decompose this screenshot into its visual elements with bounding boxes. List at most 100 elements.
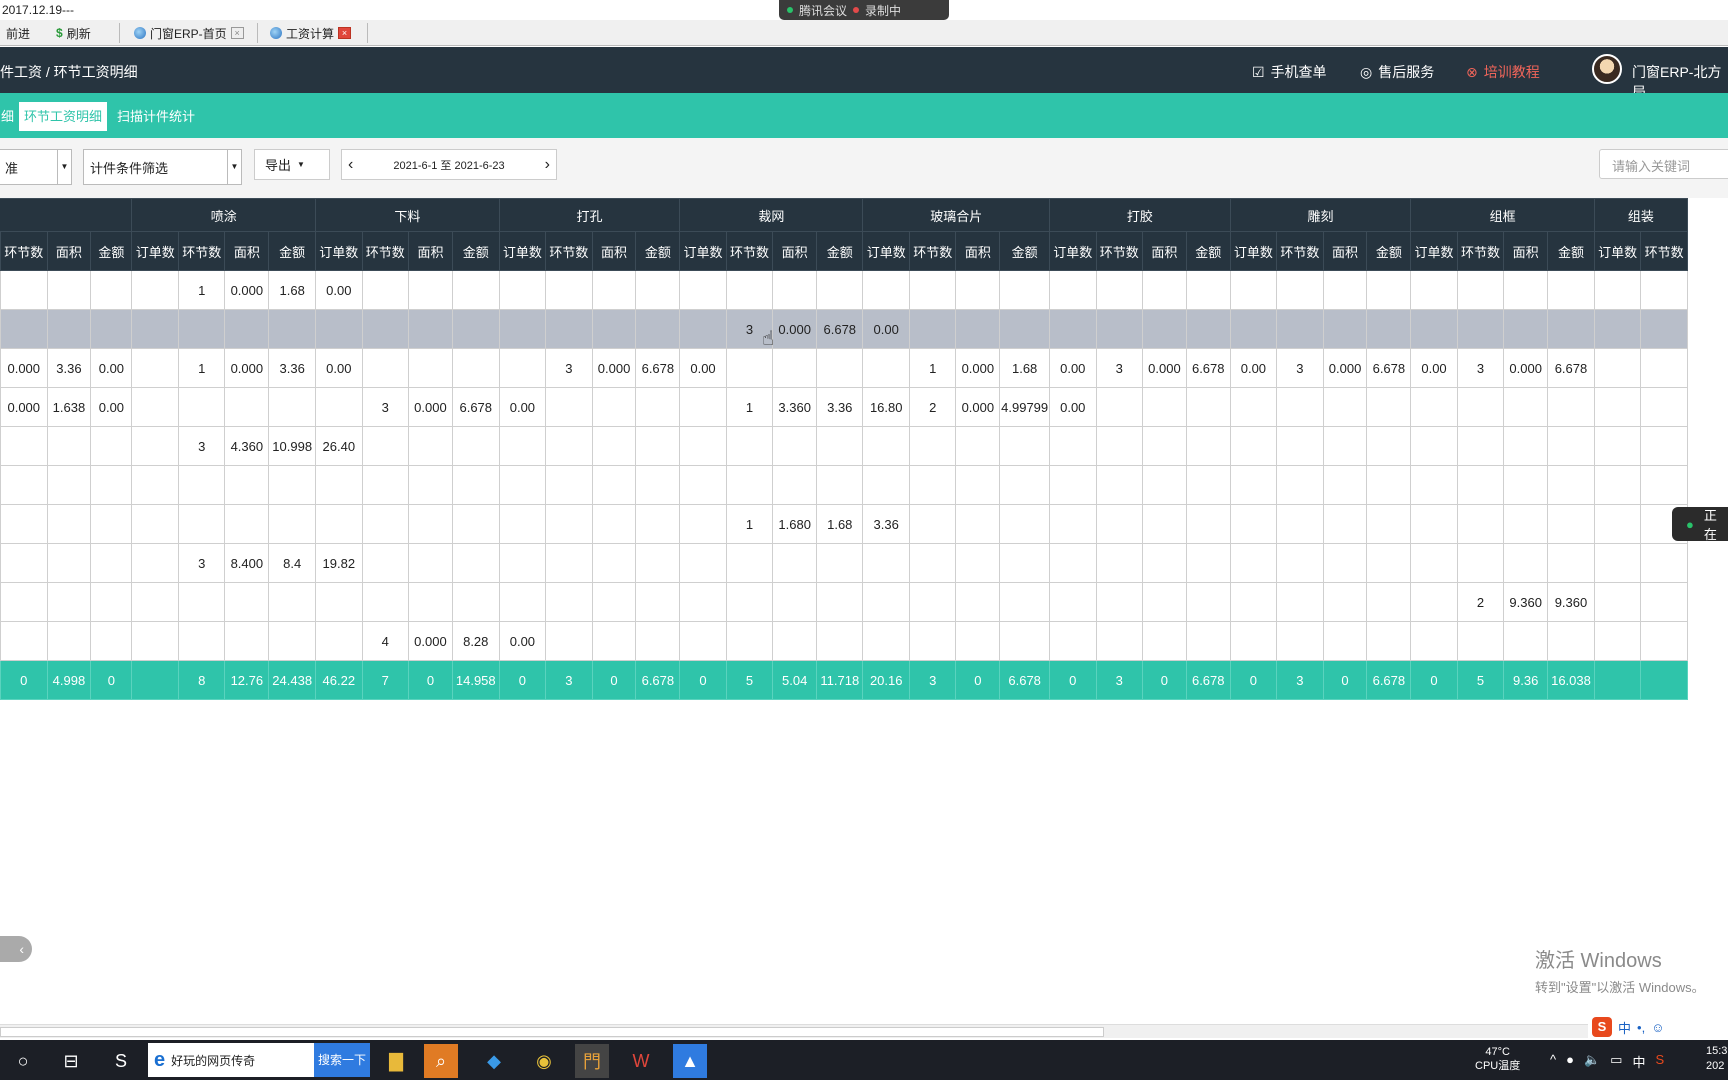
voice-input-widget[interactable]: ● 正在	[1672, 507, 1728, 542]
tab-scan-piece-stats[interactable]: 扫描计件统计	[112, 102, 200, 131]
tab-erp-home[interactable]: 门窗ERP-首页 ×	[128, 23, 258, 43]
column-header[interactable]: 环节数	[1456, 231, 1505, 271]
column-header[interactable]: 环节数	[1640, 231, 1688, 271]
column-header[interactable]: 环节数	[545, 231, 593, 271]
column-header[interactable]: 环节数	[1095, 231, 1144, 271]
table-cell	[268, 582, 317, 622]
column-header[interactable]: 面积	[46, 231, 92, 271]
column-header[interactable]: 金额	[816, 231, 864, 271]
column-header[interactable]: 面积	[1142, 231, 1187, 271]
avatar[interactable]	[1592, 54, 1622, 84]
meeting-indicator[interactable]: 腾讯会议 录制中	[779, 0, 949, 20]
lang-indicator[interactable]: 中	[1632, 1052, 1645, 1071]
table-cell	[177, 309, 226, 349]
table-row[interactable]: 3 0.000 6.678 0.00	[0, 309, 1688, 349]
column-header[interactable]: 环节数	[725, 231, 774, 271]
tray-app-icon[interactable]: ●	[1566, 1052, 1574, 1071]
table-row[interactable]: 1 0.000 1.68 0.00	[0, 270, 1688, 310]
table-row[interactable]: 3 4.360 10.998 26.40	[0, 426, 1688, 466]
sogou-tray-icon[interactable]: S	[1655, 1052, 1664, 1071]
training-link[interactable]: ⊗ 培训教程	[1466, 62, 1540, 82]
table-cell	[408, 465, 453, 505]
feather-icon[interactable]: ◆	[477, 1044, 511, 1078]
table-row[interactable]: 2 9.360 9.360	[0, 582, 1688, 622]
chrome-icon[interactable]: ◉	[527, 1044, 561, 1078]
next-icon[interactable]: ›	[545, 156, 550, 174]
table-row[interactable]: 3 8.400 8.4 19.82	[0, 543, 1688, 583]
refresh-button[interactable]: $ 刷新	[50, 23, 120, 43]
table-cell: 1	[177, 270, 226, 310]
prev-icon[interactable]: ‹	[348, 156, 353, 174]
task-view-icon[interactable]: ⊟	[54, 1044, 88, 1078]
horizontal-scrollbar[interactable]	[0, 1024, 1728, 1038]
close-icon[interactable]: ×	[338, 27, 352, 39]
column-header[interactable]: 订单数	[862, 231, 910, 271]
ime-toolbar[interactable]: S 中 •, ☺	[1588, 1014, 1728, 1040]
forward-button[interactable]: 前进	[0, 23, 46, 43]
volume-icon[interactable]: 🔈	[1584, 1052, 1600, 1071]
chevron-up-icon[interactable]: ^	[1550, 1052, 1556, 1071]
column-header[interactable]: 订单数	[1049, 231, 1097, 271]
column-header[interactable]: 面积	[1322, 231, 1368, 271]
folder-icon[interactable]: ▇	[379, 1044, 413, 1078]
table-row[interactable]: 1 1.680 1.68 3.36	[0, 504, 1688, 544]
column-header[interactable]: 金额	[1547, 231, 1595, 271]
column-header[interactable]: 金额	[999, 231, 1051, 271]
taskbar-search[interactable]: e 好玩的网页传奇 搜索一下	[148, 1043, 370, 1077]
column-header[interactable]: 金额	[451, 231, 500, 271]
column-header[interactable]: 面积	[591, 231, 637, 271]
mobile-query-link[interactable]: ☑ 手机查单	[1252, 62, 1327, 82]
column-header[interactable]: 金额	[1366, 231, 1412, 271]
close-icon[interactable]: ×	[230, 27, 244, 39]
date-range-picker[interactable]: ‹ 2021-6-1 至 2021-6-23 ›	[341, 149, 557, 180]
search-go-button[interactable]: 搜索一下	[314, 1043, 370, 1077]
table-row[interactable]: 4 0.000 8.28 0.00	[0, 621, 1688, 661]
column-header[interactable]: 环节数	[908, 231, 957, 271]
column-header[interactable]: 环节数	[361, 231, 410, 271]
table-cell	[1049, 465, 1097, 505]
column-header[interactable]: 金额	[268, 231, 317, 271]
column-header[interactable]: 订单数	[1410, 231, 1458, 271]
start-icon[interactable]: ○	[6, 1044, 40, 1078]
tab-detail[interactable]: 细	[0, 102, 19, 131]
column-header[interactable]: 订单数	[315, 231, 363, 271]
meeting-app-icon[interactable]: ▲	[673, 1044, 707, 1078]
column-header[interactable]: 面积	[1503, 231, 1549, 271]
tab-salary[interactable]: 工资计算 ×	[264, 23, 368, 43]
column-header[interactable]: 环节数	[177, 231, 226, 271]
column-header[interactable]: 面积	[772, 231, 818, 271]
group-header: 下料	[315, 198, 500, 232]
column-header[interactable]: 金额	[90, 231, 133, 271]
column-header[interactable]: 订单数	[131, 231, 179, 271]
network-icon[interactable]: ▭	[1610, 1052, 1622, 1071]
collapse-button[interactable]: ‹	[0, 936, 32, 962]
column-header[interactable]: 面积	[955, 231, 1001, 271]
system-tray[interactable]: ^ ● 🔈 ▭ 中 S	[1550, 1052, 1664, 1071]
piece-filter-select[interactable]: 计件条件筛选 ▼	[83, 149, 242, 185]
standard-select[interactable]: 准 ▼	[0, 149, 72, 185]
scroll-thumb[interactable]	[0, 1027, 1104, 1037]
wps-icon[interactable]: W	[624, 1044, 658, 1078]
column-header[interactable]: 订单数	[679, 231, 727, 271]
column-header[interactable]: 环节数	[1276, 231, 1324, 271]
tab-stage-salary-detail[interactable]: 环节工资明细	[19, 102, 108, 131]
table-row[interactable]: 0.000 1.638 0.00 3 0.000 6.678 0.00 1 3.360 3.36 1…	[0, 387, 1688, 427]
search-app-icon[interactable]: ⌕	[424, 1044, 458, 1078]
export-button[interactable]: 导出 ▼	[254, 149, 330, 180]
table-row[interactable]: 0.000 3.36 0.00 1 0.000 3.36 0.00 3 0.000 6.678 0.…	[0, 348, 1688, 388]
column-header[interactable]: 金额	[1185, 231, 1231, 271]
clock[interactable]: 15:3 202	[1706, 1044, 1727, 1074]
column-header[interactable]: 订单数	[1593, 231, 1642, 271]
total-cell: 0	[1322, 660, 1368, 700]
column-header[interactable]: 金额	[635, 231, 681, 271]
column-header[interactable]: 面积	[408, 231, 453, 271]
search-input[interactable]: 请输入关键词	[1599, 149, 1728, 179]
after-sales-link[interactable]: ◎ 售后服务	[1360, 62, 1434, 82]
column-header[interactable]: 订单数	[498, 231, 547, 271]
app-s-icon[interactable]: S	[104, 1044, 138, 1078]
column-header[interactable]: 订单数	[1229, 231, 1278, 271]
table-row[interactable]	[0, 465, 1688, 505]
column-header[interactable]: 环节数	[0, 231, 48, 271]
column-header[interactable]: 面积	[224, 231, 270, 271]
erp-app-icon[interactable]: 門	[575, 1044, 609, 1078]
